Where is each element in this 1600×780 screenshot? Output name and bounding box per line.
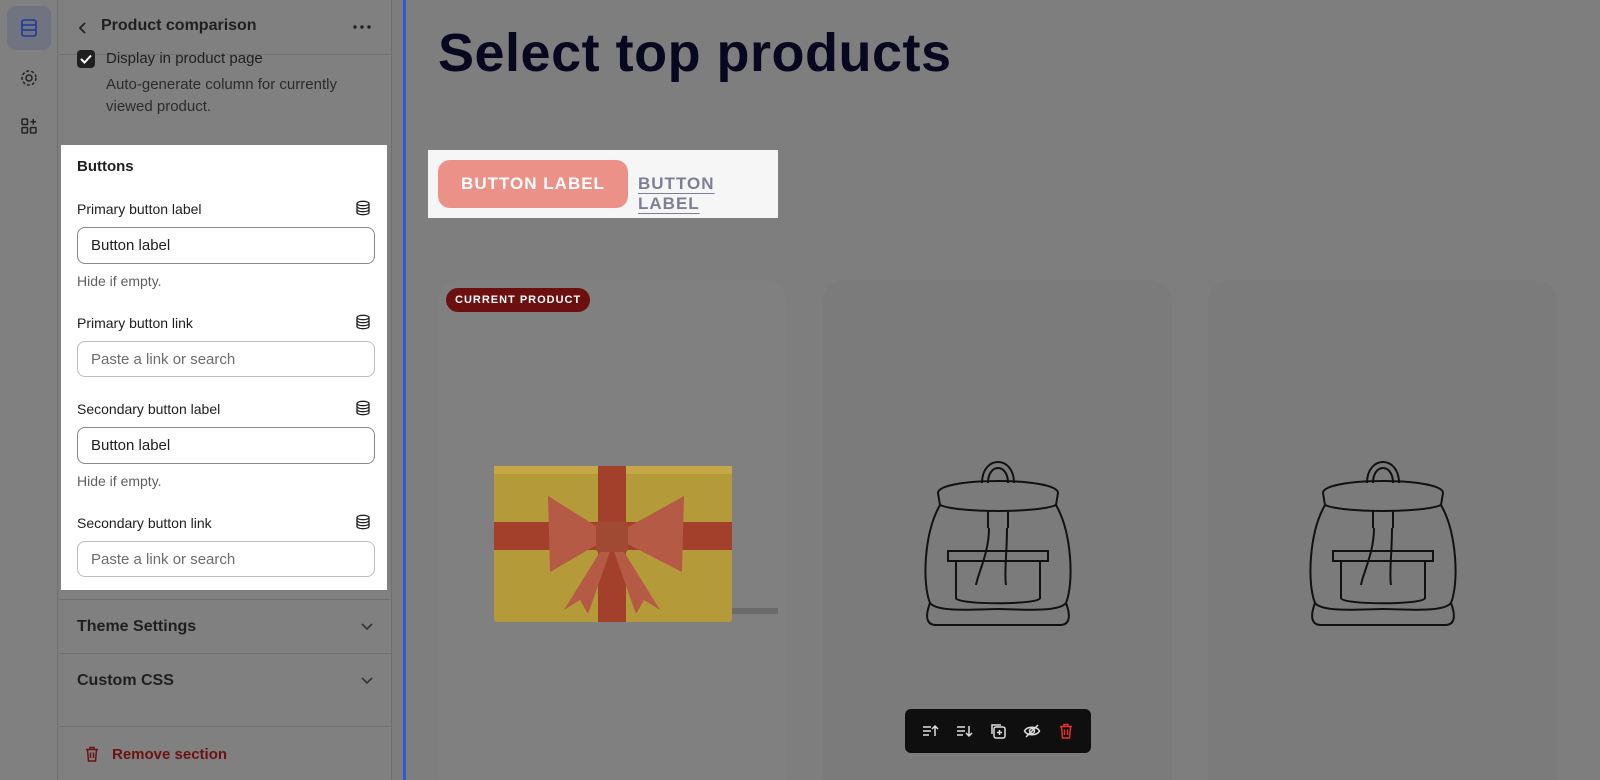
current-product-badge: CURRENT PRODUCT	[446, 288, 591, 312]
preview-secondary-button[interactable]: BUTTON LABEL	[638, 174, 778, 214]
icon-rail	[0, 0, 58, 780]
primary-button-label-label: Primary button label	[77, 201, 202, 217]
dynamic-source-icon[interactable]	[355, 400, 371, 416]
trash-icon	[86, 746, 98, 762]
preview-canvas: Select top products BUTTON LABEL BUTTON …	[403, 0, 1600, 780]
buttons-settings-card: Buttons Primary button label Hide if emp…	[61, 145, 387, 590]
dynamic-source-icon[interactable]	[355, 514, 371, 530]
dynamic-source-icon[interactable]	[355, 200, 371, 216]
backpack-image	[1309, 461, 1457, 626]
primary-button-label-input[interactable]	[77, 227, 375, 264]
product-card-current[interactable]: CURRENT PRODUCT	[438, 280, 787, 780]
checkbox-label: Display in product page	[106, 50, 263, 67]
buttons-block[interactable]: BUTTON LABEL BUTTON LABEL	[428, 150, 778, 218]
secondary-button-label-input[interactable]	[77, 427, 375, 464]
theme-settings-accordion[interactable]: Theme Settings	[59, 599, 392, 653]
dynamic-source-icon[interactable]	[355, 314, 371, 330]
move-down-icon[interactable]	[953, 720, 975, 742]
accordion-label: Theme Settings	[77, 618, 197, 635]
duplicate-icon[interactable]	[987, 720, 1009, 742]
settings-panel: Product comparison Display in product pa…	[59, 0, 392, 780]
move-up-icon[interactable]	[919, 720, 941, 742]
apps-icon[interactable]	[7, 104, 51, 148]
primary-button-link-input[interactable]	[77, 341, 375, 377]
product-card-placeholder[interactable]	[823, 280, 1172, 780]
remove-section-button[interactable]: Remove section	[59, 726, 392, 780]
back-arrow-icon[interactable]	[73, 18, 93, 38]
panel-header: Product comparison	[59, 0, 392, 55]
block-toolbar	[905, 709, 1091, 753]
panel-title: Product comparison	[101, 17, 257, 34]
secondary-button-label-label: Secondary button label	[77, 401, 221, 417]
preview-primary-button[interactable]: BUTTON LABEL	[438, 160, 628, 208]
checkbox-help-text: Auto-generate column for currently viewe…	[106, 76, 337, 115]
remove-section-label: Remove section	[112, 746, 228, 763]
sections-icon[interactable]	[7, 6, 51, 50]
secondary-button-link-label: Secondary button link	[77, 515, 212, 531]
delete-icon[interactable]	[1055, 720, 1077, 742]
secondary-button-link-input[interactable]	[77, 541, 375, 577]
section-title[interactable]: Select top products	[438, 22, 952, 84]
backpack-image	[924, 461, 1072, 626]
buttons-heading: Buttons	[77, 158, 134, 175]
primary-button-link-label: Primary button link	[77, 315, 193, 331]
chevron-down-icon	[361, 677, 373, 685]
settings-gear-icon[interactable]	[7, 56, 51, 100]
gift-box-image	[494, 466, 778, 622]
accordion-label: Custom CSS	[77, 672, 174, 689]
product-card-placeholder[interactable]	[1208, 280, 1557, 780]
display-in-product-page-checkbox[interactable]	[77, 50, 95, 68]
secondary-label-help: Hide if empty.	[77, 473, 162, 489]
chevron-down-icon	[361, 623, 373, 631]
custom-css-accordion[interactable]: Custom CSS	[59, 653, 392, 707]
primary-label-help: Hide if empty.	[77, 273, 162, 289]
hide-icon[interactable]	[1021, 720, 1043, 742]
more-options-icon[interactable]	[350, 16, 374, 38]
